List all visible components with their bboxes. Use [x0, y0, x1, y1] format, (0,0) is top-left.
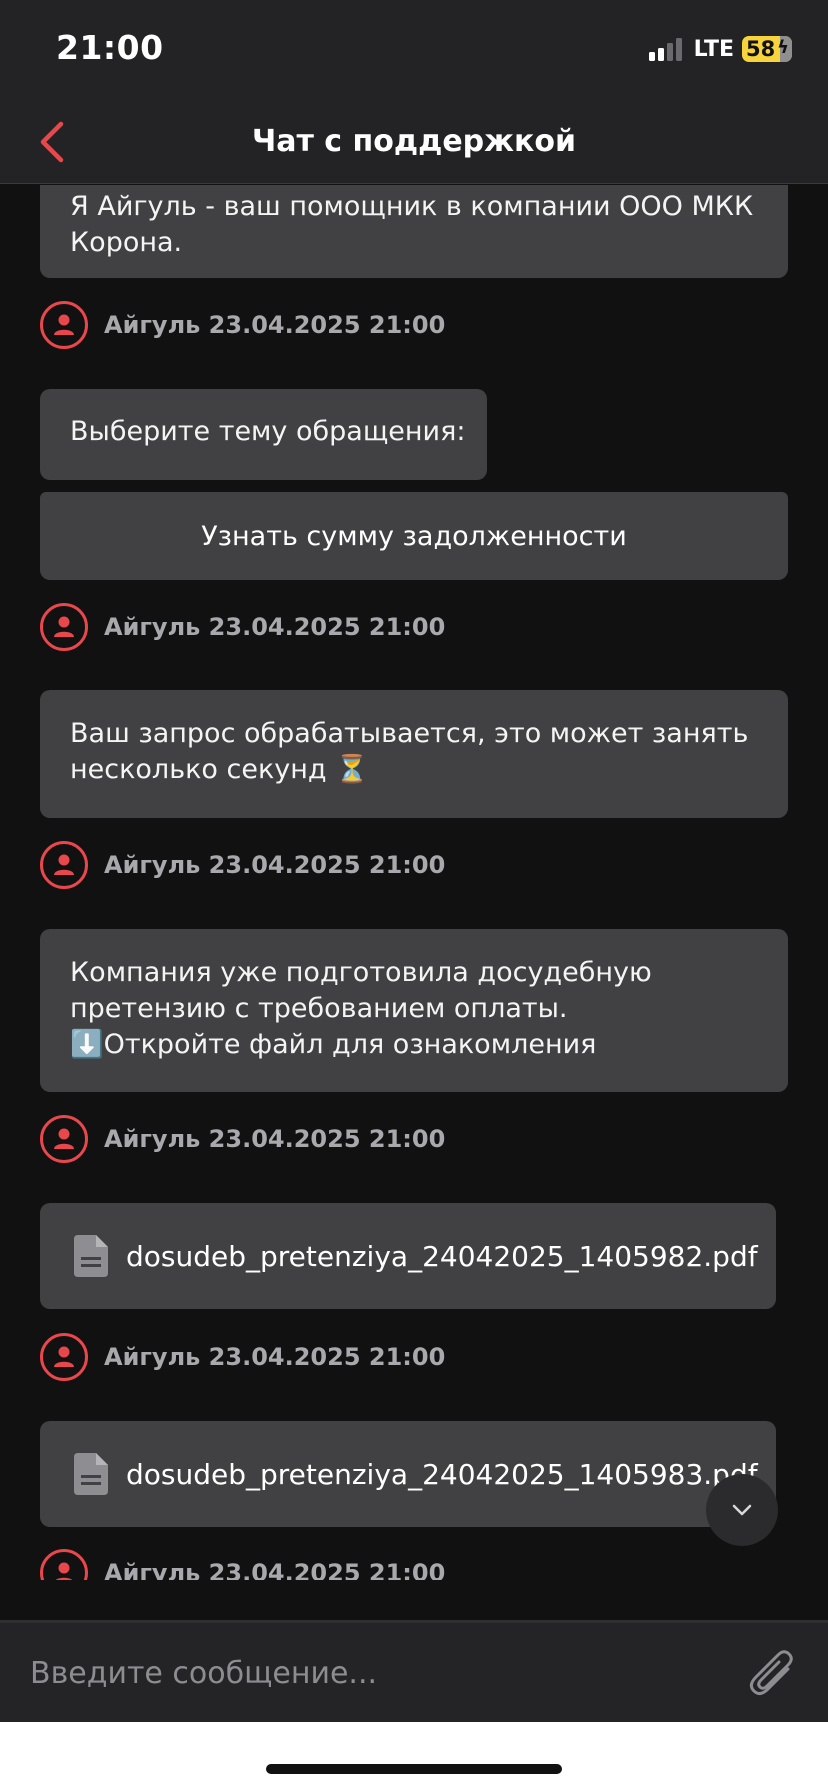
message-list[interactable]: Я Айгуль - ваш помощник в компании ООО М…: [0, 185, 828, 1580]
quick-reply-button[interactable]: Узнать сумму задолженности: [40, 492, 788, 580]
message-meta: Айгуль 23.04.2025 21:00: [40, 1549, 445, 1580]
message-bubble: Выберите тему обращения:: [40, 389, 487, 480]
message-bubble: Ваш запрос обрабатывается, это может зан…: [40, 690, 788, 818]
file-attachment[interactable]: dosudeb_pretenziya_24042025_1405983.pdf: [40, 1421, 776, 1527]
page-title: Чат с поддержкой: [251, 124, 576, 159]
message-input[interactable]: [30, 1645, 710, 1701]
document-icon: [74, 1453, 108, 1495]
user-icon: [40, 841, 88, 889]
scroll-down-button[interactable]: [706, 1474, 778, 1546]
message-meta: Айгуль 23.04.2025 21:00: [40, 301, 445, 349]
network-type: LTE: [693, 36, 734, 62]
user-icon: [40, 301, 88, 349]
user-icon: [40, 1115, 88, 1163]
message-meta: Айгуль 23.04.2025 21:00: [40, 841, 445, 889]
status-bar: 21:00 LTE 58 ϟ: [0, 0, 828, 100]
attach-button[interactable]: [746, 1645, 798, 1701]
bottom-safe-area: [0, 1722, 828, 1792]
message-meta: Айгуль 23.04.2025 21:00: [40, 1115, 445, 1163]
paperclip-icon: [749, 1650, 793, 1696]
file-name: dosudeb_pretenziya_24042025_1405982.pdf: [126, 1239, 758, 1273]
user-icon: [40, 1549, 88, 1580]
file-attachment[interactable]: dosudeb_pretenziya_24042025_1405982.pdf: [40, 1203, 776, 1309]
user-icon: [40, 603, 88, 651]
chevron-down-icon: [732, 1504, 752, 1516]
home-indicator: [266, 1764, 562, 1774]
status-time: 21:00: [56, 28, 164, 67]
user-icon: [40, 1333, 88, 1381]
chat-screen: 21:00 LTE 58 ϟ Чат с поддержкой Я Айгуль…: [0, 0, 828, 1792]
file-name: dosudeb_pretenziya_24042025_1405983.pdf: [126, 1457, 758, 1491]
message-bubble: Я Айгуль - ваш помощник в компании ООО М…: [40, 185, 788, 278]
battery-level: 58: [746, 37, 776, 61]
message-composer: [0, 1620, 828, 1722]
message-bubble: Компания уже подготовила досудебную прет…: [40, 929, 788, 1092]
battery-icon: 58 ϟ: [742, 36, 792, 62]
message-meta: Айгуль 23.04.2025 21:00: [40, 1333, 445, 1381]
document-icon: [74, 1235, 108, 1277]
signal-icon: [648, 37, 682, 61]
chat-header: Чат с поддержкой: [0, 100, 828, 184]
message-meta: Айгуль 23.04.2025 21:00: [40, 603, 445, 651]
status-indicators: LTE 58 ϟ: [648, 34, 792, 64]
